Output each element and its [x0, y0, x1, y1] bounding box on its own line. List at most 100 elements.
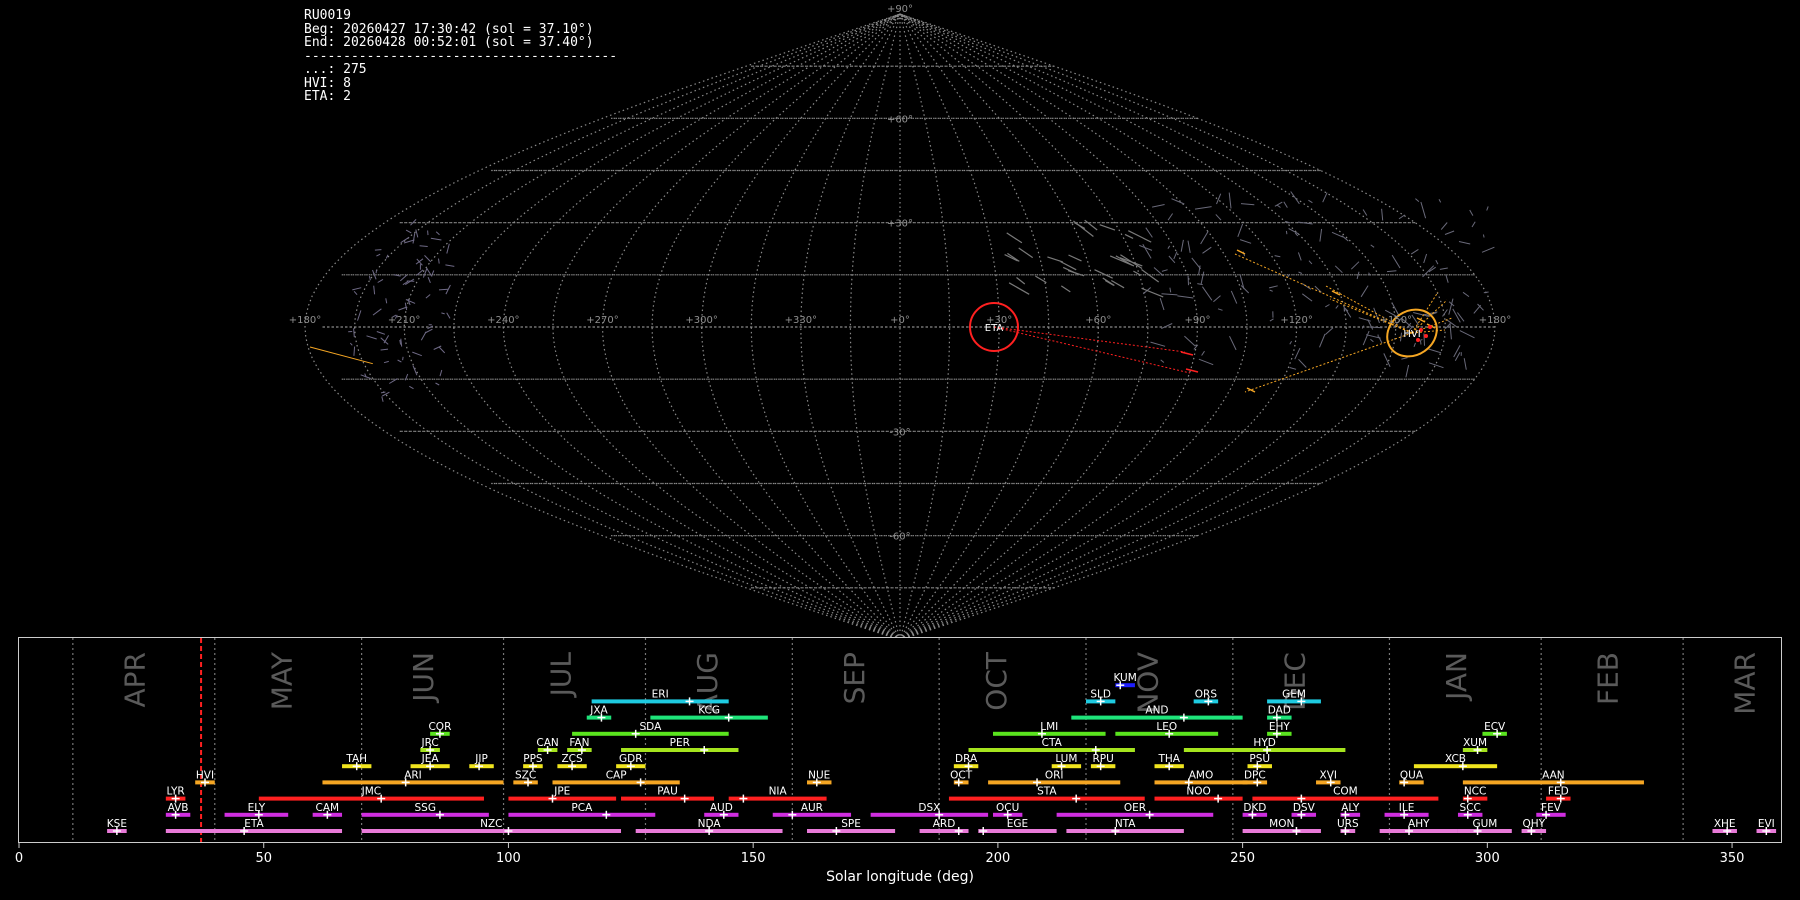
shower-gdr: GDR — [616, 753, 646, 771]
month-label: MAR — [1729, 652, 1762, 715]
shower-label: AAN — [1542, 769, 1565, 781]
shower-label: COM — [1333, 786, 1358, 798]
shower-label: AUD — [710, 802, 733, 814]
shower-label: NDA — [698, 818, 722, 830]
meteor-trail — [1068, 254, 1082, 262]
shower-label: TAH — [345, 753, 367, 765]
meteor-trail — [415, 229, 419, 238]
shower-nue: NUE — [807, 769, 832, 787]
meteor-trail — [1217, 308, 1223, 311]
shower-label: AHY — [1408, 818, 1430, 830]
meteor-trail — [1335, 305, 1339, 309]
shower-label: QUA — [1400, 769, 1424, 781]
meteor-trail — [1319, 333, 1326, 348]
meteor-trail — [349, 342, 353, 346]
meteor-trail — [1405, 364, 1410, 378]
meteor-trail — [404, 302, 408, 311]
meteor-trail — [1381, 208, 1384, 221]
meteor-trail — [1198, 358, 1214, 366]
shower-label: ELY — [248, 802, 266, 814]
meridian-line — [899, 13, 951, 640]
meteor-trail — [1314, 285, 1322, 293]
meteor-trail — [1370, 244, 1375, 248]
meteor-trail — [435, 382, 440, 386]
meteor-trail — [1325, 327, 1334, 335]
meteor-trail — [1283, 201, 1288, 208]
shower-label: DKD — [1243, 802, 1266, 814]
meteor-trail — [1274, 255, 1281, 258]
shower-label: URS — [1337, 818, 1359, 830]
meteor-trail — [1047, 256, 1063, 263]
meteor-trail — [353, 346, 356, 356]
shower-ecv: ECV — [1482, 721, 1507, 738]
x-tick-label: 350 — [1720, 851, 1745, 866]
meteor-trail — [1481, 246, 1495, 253]
meteor-trail — [1128, 230, 1152, 243]
meteor-trail — [1145, 227, 1153, 238]
shower-dpc: DPC — [1242, 769, 1268, 787]
meteor-trail — [1094, 269, 1113, 279]
shower-xum: XUM — [1462, 737, 1488, 754]
shower-label: NOO — [1186, 786, 1210, 798]
meteor-trail — [353, 328, 355, 338]
shower-label: CTA — [1042, 737, 1063, 749]
meteor-trail — [1482, 234, 1485, 238]
meteor-trail — [376, 331, 386, 335]
meteor-trail — [1308, 260, 1313, 265]
meteor-trail — [1391, 254, 1401, 269]
shower-label: QHY — [1523, 818, 1546, 830]
shower-label: DAD — [1268, 705, 1291, 717]
meridian-line — [849, 13, 901, 640]
shower-label: EVI — [1758, 818, 1775, 830]
latitude-label: +60° — [887, 114, 913, 125]
shower-label: PER — [670, 737, 690, 749]
shower-jxa: JXA — [586, 705, 612, 722]
meteor-trail — [435, 231, 440, 236]
shower-label: XCB — [1445, 753, 1466, 765]
meteor-trail — [400, 338, 403, 347]
shower-label: JEA — [421, 753, 440, 765]
latitude-label: +30° — [887, 219, 913, 230]
shower-xhe: XHE — [1712, 818, 1737, 835]
shower-label: FED — [1548, 786, 1569, 798]
shower-label: RPU — [1092, 753, 1113, 765]
sky-map-grid — [304, 13, 1496, 640]
shower-ehy: EHY — [1267, 721, 1292, 738]
meteor-trail — [1477, 303, 1484, 311]
meteor-trail — [1322, 192, 1328, 203]
shower-label: ILE — [1399, 802, 1415, 814]
meteor-trail — [402, 356, 404, 361]
x-tick-label: 0 — [15, 851, 23, 866]
meteor-trail — [1350, 261, 1360, 270]
shower-aly: ALY — [1340, 802, 1361, 819]
meteor-trail — [425, 294, 431, 299]
meteor-trail — [1398, 214, 1406, 220]
shower-label: NIA — [769, 786, 788, 798]
month-label: JUL — [544, 652, 577, 699]
meteor-trail — [1386, 270, 1397, 273]
meteor-trail — [1269, 318, 1274, 322]
meteor-trail — [1202, 246, 1212, 254]
shower-label: ZCS — [561, 753, 583, 765]
meteor-trail — [1268, 285, 1278, 289]
shower-label: ARI — [404, 769, 422, 781]
meteor-trail — [1420, 201, 1427, 219]
meteor-trail — [1486, 206, 1489, 211]
shower-label: CAN — [536, 737, 558, 749]
meteor-trail — [397, 359, 402, 363]
meteor-trail — [353, 290, 358, 296]
shower-label: SCC — [1460, 802, 1481, 814]
shower-label: FAN — [569, 737, 589, 749]
shower-label: NTA — [1115, 818, 1136, 830]
longitude-label: +120° — [1280, 315, 1312, 326]
latitude-label: -30° — [889, 427, 910, 438]
meteor-trail — [1410, 248, 1419, 255]
longitude-label: +180° — [1479, 315, 1511, 326]
shower-ocu: OCU — [992, 802, 1023, 819]
meteor-trail — [1237, 223, 1244, 237]
meteor-trail — [419, 245, 428, 247]
shower-qhy: QHY — [1521, 818, 1547, 835]
meteor-trail — [1060, 261, 1077, 271]
shower-label: SLD — [1090, 688, 1111, 700]
shower-label: PCA — [571, 802, 593, 814]
